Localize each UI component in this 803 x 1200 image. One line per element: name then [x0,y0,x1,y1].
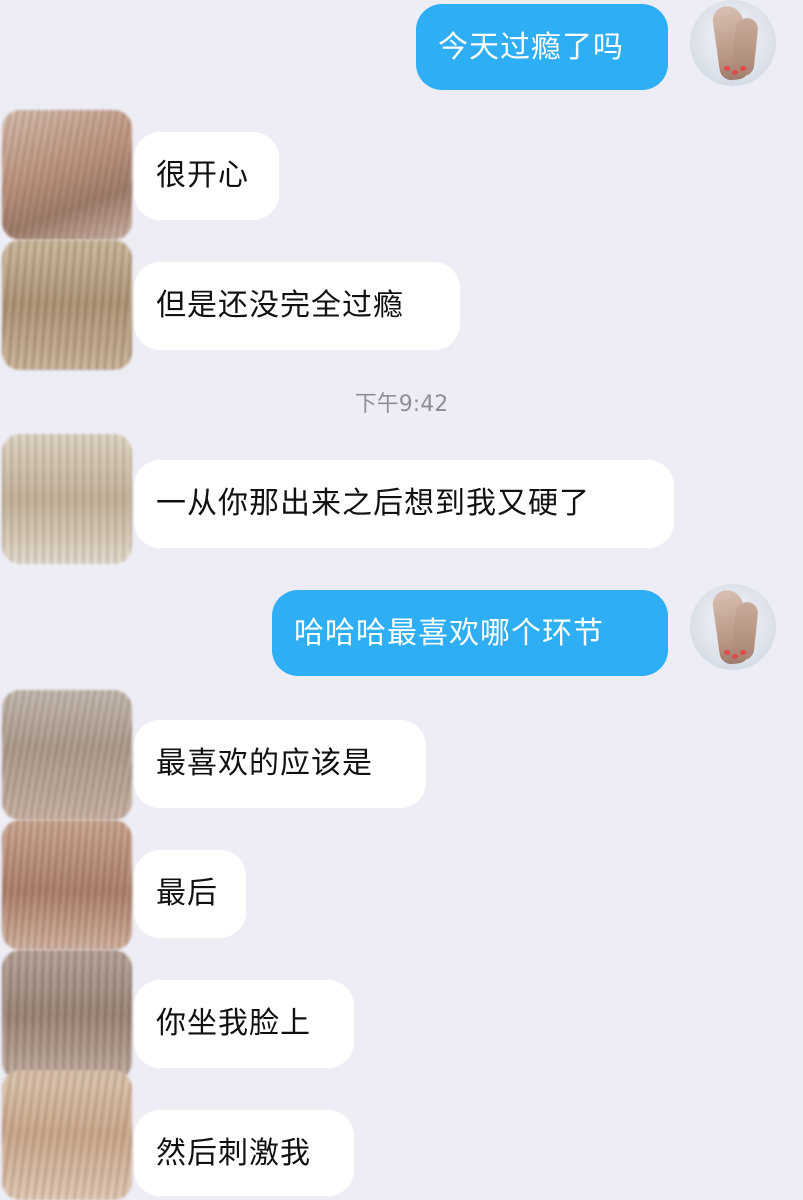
contact-avatar-icon[interactable] [2,950,132,1080]
my-avatar-icon[interactable] [690,0,776,86]
message-row-incoming: 一从你那出来之后想到我又硬了 [0,430,803,570]
contact-avatar-icon[interactable] [2,690,132,820]
my-avatar-icon[interactable] [690,584,776,670]
incoming-message-bubble[interactable]: 最后 [134,850,246,938]
incoming-message-bubble[interactable]: 最喜欢的应该是 [134,720,426,808]
message-row-incoming: 最喜欢的应该是 [0,690,803,820]
message-timestamp: 下午9:42 [354,392,449,417]
message-row-outgoing: 今天过瘾了吗 [0,0,803,100]
message-row-incoming: 然后刺激我 [0,1070,803,1200]
outgoing-message-bubble[interactable]: 今天过瘾了吗 [416,4,668,90]
incoming-message-bubble[interactable]: 一从你那出来之后想到我又硬了 [134,460,674,548]
message-row-incoming: 但是还没完全过瘾 [0,240,803,370]
outgoing-message-bubble[interactable]: 哈哈哈最喜欢哪个环节 [272,590,668,676]
contact-avatar-icon[interactable] [2,434,132,564]
contact-avatar-icon[interactable] [2,240,132,370]
message-row-incoming: 最后 [0,820,803,950]
contact-avatar-icon[interactable] [2,820,132,950]
incoming-message-bubble[interactable]: 很开心 [134,132,279,220]
incoming-message-bubble[interactable]: 但是还没完全过瘾 [134,262,460,350]
message-row-incoming: 很开心 [0,110,803,240]
incoming-message-bubble[interactable]: 你坐我脸上 [134,980,354,1068]
message-row-outgoing: 哈哈哈最喜欢哪个环节 [0,584,803,684]
incoming-message-bubble[interactable]: 然后刺激我 [134,1110,354,1196]
message-row-incoming: 你坐我脸上 [0,950,803,1080]
contact-avatar-icon[interactable] [2,1070,132,1200]
contact-avatar-icon[interactable] [2,110,132,240]
